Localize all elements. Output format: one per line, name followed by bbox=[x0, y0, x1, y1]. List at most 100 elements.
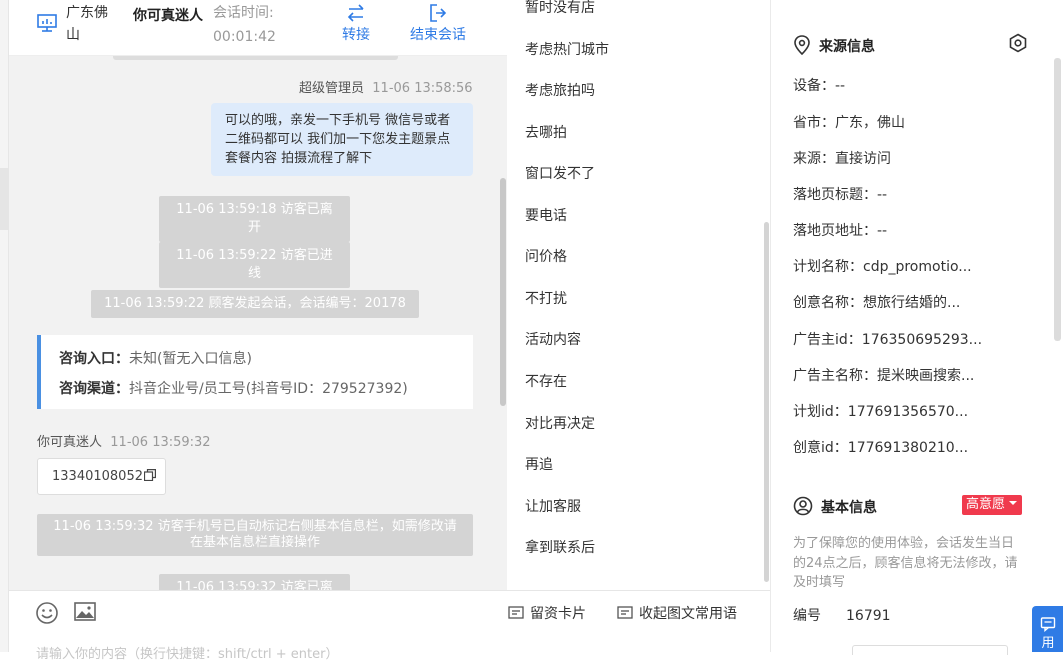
field-value: -- bbox=[877, 223, 888, 239]
message-time: 11-06 13:59:32 bbox=[110, 435, 211, 450]
field-label: 落地页标题： bbox=[793, 187, 877, 203]
phrase-item[interactable]: 窗口发不了 bbox=[525, 164, 595, 184]
exit-icon bbox=[430, 4, 447, 22]
visitor-location: 广东佛山 bbox=[66, 5, 108, 43]
phrase-item[interactable]: 去哪拍 bbox=[525, 123, 567, 143]
consult-info-card: 咨询入口：未知(暂无入口信息) 咨询渠道：抖音企业号/员工号(抖音号ID：279… bbox=[37, 335, 473, 409]
phone-number: 13340108052 bbox=[52, 469, 143, 484]
field-label: 设备： bbox=[793, 78, 835, 94]
consult-entry-row: 咨询入口：未知(暂无入口信息) bbox=[59, 344, 473, 374]
field-id: 编号 16791 bbox=[793, 606, 891, 626]
lead-card-button[interactable]: 留资卡片 bbox=[508, 604, 586, 624]
visitor-name: 你可真迷人 bbox=[133, 8, 203, 24]
consult-channel-label: 咨询渠道： bbox=[59, 381, 129, 397]
monitor-chart-icon bbox=[37, 14, 57, 32]
end-session-button[interactable]: 结束会话 bbox=[403, 2, 473, 46]
message-icon bbox=[617, 606, 633, 619]
field-advertiser-id: 广告主id：176350695293... bbox=[793, 330, 982, 350]
field-value: 16791 bbox=[846, 608, 891, 624]
chat-scrollbar[interactable] bbox=[500, 178, 506, 406]
info-panel-scrollbar[interactable] bbox=[1054, 58, 1061, 341]
transfer-button[interactable]: 转接 bbox=[331, 2, 381, 46]
phrase-item[interactable]: 不存在 bbox=[525, 372, 567, 392]
phrase-item[interactable]: 再追 bbox=[525, 455, 553, 475]
consult-entry-label: 咨询入口： bbox=[59, 351, 129, 367]
system-message: 11-06 13:59:22 访客已进线 bbox=[159, 242, 350, 288]
phrase-item[interactable]: 不打扰 bbox=[525, 289, 567, 309]
message-sender: 超级管理员 bbox=[299, 81, 365, 96]
user-circle-icon bbox=[793, 496, 813, 516]
chat-header: 广东佛山 你可真迷人 会话时间: 00:01:42 转接 结束会话 bbox=[9, 0, 507, 56]
chat-bubble-icon bbox=[1040, 617, 1056, 633]
phone-message[interactable]: 13340108052 bbox=[37, 458, 166, 495]
field-label: 创意名称： bbox=[793, 295, 863, 311]
intent-level-dropdown[interactable]: 高意愿 bbox=[962, 495, 1023, 515]
system-message: 11-06 13:59:18 访客已离开 bbox=[159, 196, 350, 242]
floating-help-button[interactable]: 用 bbox=[1032, 606, 1063, 652]
phrase-item[interactable]: 问价格 bbox=[525, 247, 567, 267]
edit-notice: 为了保障您的使用体验，会话发生当日的24点之后，顾客信息将无法修改，请及时填写 bbox=[793, 536, 1018, 590]
field-advertiser-name: 广告主名称：提米映画搜索... bbox=[793, 366, 974, 386]
field-plan-id: 计划id：177691356570... bbox=[793, 402, 968, 422]
field-province-city: 省市：广东，佛山 bbox=[793, 113, 905, 133]
field-value: 广东，佛山 bbox=[835, 115, 905, 131]
field-value: 想旅行结婚的... bbox=[863, 295, 961, 311]
image-icon[interactable] bbox=[73, 600, 97, 624]
field-value: 提米映画搜索... bbox=[877, 368, 975, 384]
common-phrases-panel: 暂时没有店 考虑热门城市 考虑旅拍吗 去哪拍 窗口发不了 要电话 问价格 不打扰… bbox=[507, 0, 770, 590]
source-info-title: 来源信息 bbox=[793, 35, 875, 57]
intent-level-value: 高意愿 bbox=[966, 497, 1006, 512]
consult-entry-value: 未知(暂无入口信息) bbox=[129, 351, 252, 367]
outgoing-message-bubble: 可以的哦，亲发一下手机号 微信号或者二维码都可以 我们加一下您发主题景点 套餐内… bbox=[211, 103, 473, 176]
customer-info-panel: 来源信息 设备：-- 省市：广东，佛山 来源：直接访问 落地页标题：-- 落地页… bbox=[770, 0, 1063, 655]
collapse-phrases-button[interactable]: 收起图文常用语 bbox=[617, 604, 737, 624]
field-value: -- bbox=[835, 78, 846, 94]
emoji-icon[interactable] bbox=[35, 601, 59, 625]
message-input[interactable]: 请输入你的内容（换行快捷键：shift/ctrl + enter） bbox=[36, 643, 339, 662]
field-value: -- bbox=[877, 187, 888, 203]
basic-info-title: 基本信息 bbox=[793, 496, 877, 518]
field-label: 落地页地址： bbox=[793, 223, 877, 239]
phrase-item[interactable]: 拿到联系后 bbox=[525, 538, 595, 558]
phrases-scrollbar[interactable] bbox=[764, 222, 769, 582]
session-time-label: 会话时间: bbox=[213, 5, 274, 21]
caret-down-icon bbox=[1009, 501, 1018, 505]
field-source: 来源：直接访问 bbox=[793, 149, 891, 169]
message-meta: 超级管理员 11-06 13:58:56 bbox=[299, 77, 473, 96]
system-message: 11-06 13:59:32 访客已离开 bbox=[159, 574, 350, 590]
phrase-item[interactable]: 要电话 bbox=[525, 206, 567, 226]
end-session-label: 结束会话 bbox=[410, 27, 466, 43]
phrase-item[interactable]: 考虑热门城市 bbox=[525, 40, 609, 60]
previous-message-edge bbox=[113, 56, 398, 60]
left-collapsed-strip bbox=[0, 0, 9, 652]
message-sender: 你可真迷人 bbox=[37, 435, 103, 450]
lead-card-label: 留资卡片 bbox=[530, 606, 586, 622]
strip-tab[interactable] bbox=[0, 168, 9, 230]
field-creative-name: 创意名称：想旅行结婚的... bbox=[793, 293, 960, 313]
source-info-label: 来源信息 bbox=[819, 39, 875, 55]
field-label: 省市： bbox=[793, 115, 835, 131]
field-value: 177691356570... bbox=[847, 404, 969, 420]
copy-icon[interactable] bbox=[143, 469, 156, 481]
phrase-item[interactable]: 对比再决定 bbox=[525, 414, 595, 434]
chat-messages-area[interactable]: 超级管理员 11-06 13:58:56 可以的哦，亲发一下手机号 微信号或者二… bbox=[9, 56, 507, 590]
session-time-value: 00:01:42 bbox=[213, 29, 276, 45]
basic-info-label: 基本信息 bbox=[821, 500, 877, 516]
phrase-item[interactable]: 暂时没有店 bbox=[525, 0, 595, 18]
consult-channel-value: 抖音企业号/员工号(抖音号ID：279527392) bbox=[129, 381, 408, 397]
phrase-item[interactable]: 活动内容 bbox=[525, 330, 581, 350]
field-label: 广告主id： bbox=[793, 332, 862, 348]
phrase-item[interactable]: 让加客服 bbox=[525, 497, 581, 517]
field-label: 广告主名称： bbox=[793, 368, 877, 384]
phrase-item[interactable]: 考虑旅拍吗 bbox=[525, 81, 595, 101]
consult-channel-row: 咨询渠道：抖音企业号/员工号(抖音号ID：279527392) bbox=[59, 374, 473, 404]
field-label: 编号 bbox=[793, 608, 821, 624]
message-meta: 你可真迷人 11-06 13:59:32 bbox=[37, 431, 211, 450]
settings-icon[interactable] bbox=[1008, 33, 1028, 53]
field-label: 计划名称： bbox=[793, 259, 863, 275]
field-landing-url: 落地页地址：-- bbox=[793, 221, 887, 241]
basic-info-input[interactable] bbox=[852, 645, 1008, 655]
message-time: 11-06 13:58:56 bbox=[372, 81, 473, 96]
collapse-phrases-label: 收起图文常用语 bbox=[639, 606, 737, 622]
field-value: cdp_promotio... bbox=[863, 259, 972, 275]
